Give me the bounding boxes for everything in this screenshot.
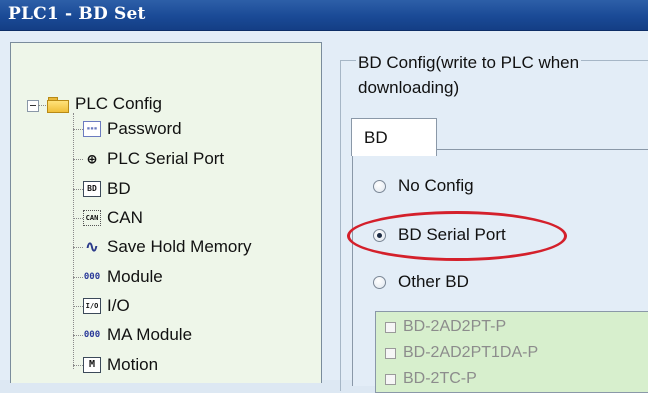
module-icon: 000 [83,271,101,282]
tree-item-module[interactable]: 000 Module [83,265,163,289]
tree-item-label: Motion [107,355,159,374]
password-icon: ▪▪▪ [83,121,101,137]
checkbox-icon [385,373,396,385]
other-bd-radio[interactable]: Other BD [373,272,469,292]
tree-item-save-hold-memory[interactable]: ∿ Save Hold Memory [83,235,252,259]
tree-item-motion[interactable]: M Motion [83,353,158,377]
waveform-icon: ∿ [85,237,99,256]
list-item-label: BD-2AD2PT-P [403,318,507,335]
tree-item-bd[interactable]: BD BD [83,177,131,201]
tree-item-label: MA Module [107,325,193,344]
tree-item-label: Password [107,119,182,138]
can-icon: CAN [83,210,101,226]
no-config-label: No Config [398,176,474,195]
title-bar: PLC1 - BD Set [0,0,648,31]
list-item[interactable]: BD-2AD2PT-P [385,318,506,336]
checkbox-icon [385,321,396,333]
tree-item-plc-serial-port[interactable]: ⊕ PLC Serial Port [83,147,224,171]
tab-bd-label: BD [364,128,388,147]
tree-item-label: Save Hold Memory [107,237,252,256]
radio-button-icon [373,275,386,289]
tree-item-can[interactable]: CAN CAN [83,206,143,230]
window-title: PLC1 - BD Set [8,4,146,24]
highlight-circle [347,211,567,261]
other-bd-list[interactable]: BD-2AD2PT-P BD-2AD2PT1DA-P BD-2TC-P [375,311,648,393]
motion-icon: M [83,357,101,373]
ma-module-icon: 000 [83,329,101,340]
serial-port-icon: ⊕ [87,149,97,168]
checkbox-icon [385,347,396,359]
io-icon: I/O [83,298,101,314]
no-config-radio[interactable]: No Config [373,176,474,196]
list-item-label: BD-2AD2PT1DA-P [403,344,539,361]
radio-button-icon [373,179,386,193]
tree-item-label: Module [107,267,163,286]
tab-bd[interactable]: BD [351,118,437,156]
tree-item-label: CAN [107,208,143,227]
list-item-label: BD-2TC-P [403,370,477,387]
config-tree[interactable]: PLC Config ▪▪▪ Password ⊕ PLC Serial Por… [10,42,322,383]
tree-item-ma-module[interactable]: 000 MA Module [83,323,192,347]
tree-item-label: PLC Serial Port [107,149,225,168]
tree-item-io[interactable]: I/O I/O [83,294,130,318]
bd-icon: BD [83,181,101,197]
tree-item-password[interactable]: ▪▪▪ Password [83,117,182,141]
tree-item-label: I/O [107,296,130,315]
collapse-toggle-icon[interactable] [27,100,39,112]
tree-item-label: PLC Config [75,94,162,113]
tree-item-label: BD [107,179,131,198]
tree-item-plc-config[interactable]: PLC Config [47,92,162,116]
other-bd-label: Other BD [398,272,469,291]
bd-config-group-title: BD Config(write to PLC when downloading) [356,50,582,100]
list-item[interactable]: BD-2AD2PT1DA-P [385,344,538,362]
list-item[interactable]: BD-2TC-P [385,370,477,388]
folder-icon [47,96,69,113]
